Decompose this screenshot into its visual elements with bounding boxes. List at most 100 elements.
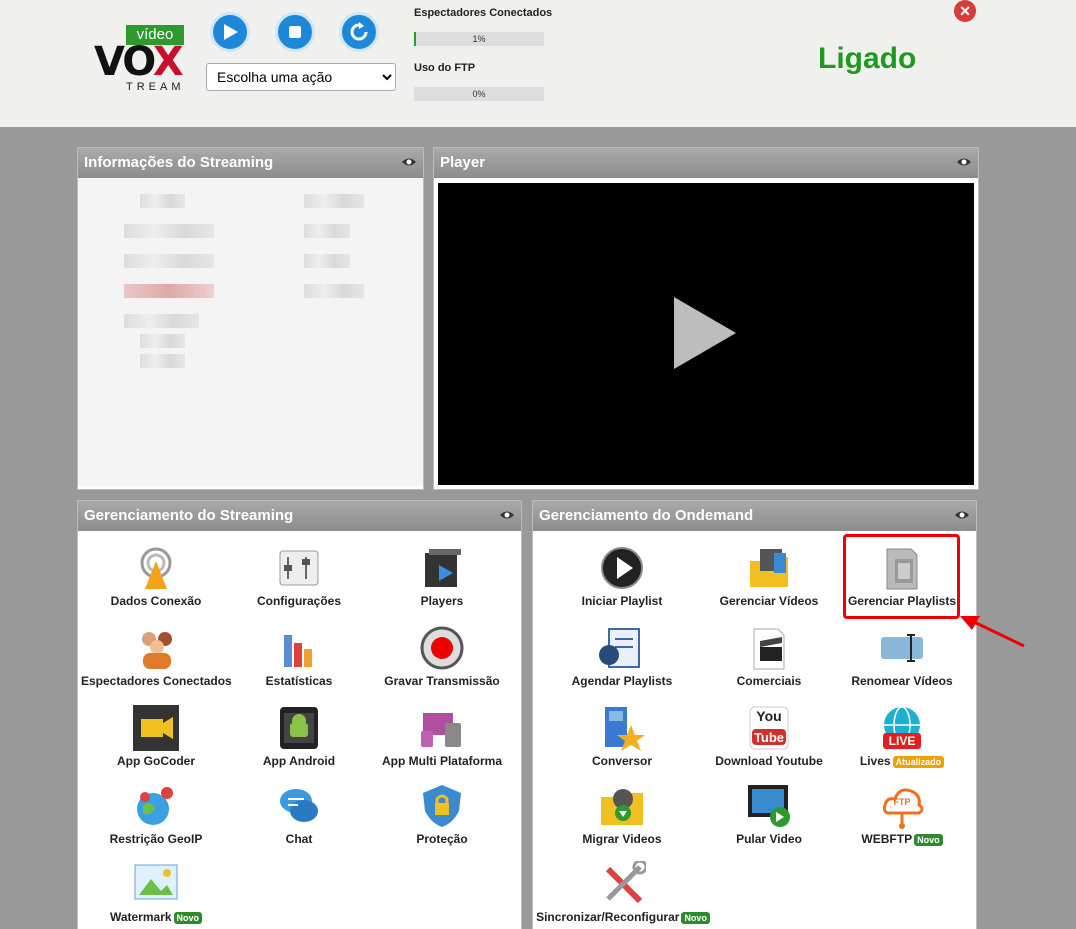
menu-item-antenna[interactable]: Dados Conexão <box>81 545 231 608</box>
menu-item-tools[interactable]: Sincronizar/Reconfigurar Novo <box>533 859 713 924</box>
menu-item-rename[interactable]: Renomear Vídeos <box>827 625 977 688</box>
viewers-meter-value: 1% <box>472 34 486 44</box>
menu-item-label: Espectadores Conectados <box>81 674 232 688</box>
record-icon <box>419 625 465 671</box>
menu-item-text: Conversor <box>591 754 653 768</box>
bar-chart-icon <box>276 625 322 671</box>
menu-item-video-folder[interactable]: Gerenciar Vídeos <box>694 545 844 608</box>
menu-item-label: Dados Conexão <box>81 594 231 608</box>
menu-item-youtube[interactable]: You Tube Download Youtube <box>694 705 844 768</box>
close-icon[interactable]: × <box>954 0 976 22</box>
menu-item-label: Estatísticas <box>224 674 374 688</box>
migrate-folder-icon <box>599 783 645 829</box>
menu-item-bar-chart[interactable]: Estatísticas <box>224 625 374 688</box>
menu-item-chat[interactable]: Chat <box>224 783 374 846</box>
menu-item-live-globe[interactable]: LIVE Lives Atualizado <box>827 705 977 768</box>
streaming-info-content <box>78 178 423 486</box>
video-folder-icon <box>746 545 792 591</box>
redacted-value <box>304 284 364 298</box>
menu-item-player[interactable]: Players <box>367 545 517 608</box>
menu-item-migrate-folder[interactable]: Migrar Videos <box>547 783 697 846</box>
menu-item-label: Migrar Videos <box>547 832 697 846</box>
ftp-text: FTP <box>893 797 911 807</box>
menu-item-label: App Android <box>224 754 374 768</box>
menu-item-shield-lock[interactable]: Proteção <box>367 783 517 846</box>
restart-icon <box>350 22 368 41</box>
action-select[interactable]: Escolha uma ação <box>206 63 396 91</box>
menu-item-label: Download Youtube <box>694 754 844 768</box>
menu-item-text: Renomear Vídeos <box>851 674 953 688</box>
play-circle-icon <box>599 545 645 591</box>
schedule-icon <box>599 625 645 671</box>
menu-item-camera-app[interactable]: App GoCoder <box>81 705 231 768</box>
watermark-icon <box>133 861 179 907</box>
menu-item-android[interactable]: App Android <box>224 705 374 768</box>
menu-item-label: Configurações <box>224 594 374 608</box>
redacted-value <box>124 254 214 268</box>
redacted-value <box>124 224 214 238</box>
menu-item-label: Pular Video <box>694 832 844 846</box>
viewers-meter: 1% <box>414 32 544 46</box>
menu-item-schedule[interactable]: Agendar Playlists <box>547 625 697 688</box>
menu-item-label: App GoCoder <box>81 754 231 768</box>
redacted-value <box>304 194 364 208</box>
menu-item-text: Download Youtube <box>715 754 823 768</box>
menu-item-globe-pin[interactable]: Restrição GeoIP <box>81 783 231 846</box>
streaming-info-panel: Informações do Streaming <box>77 147 424 490</box>
redacted-value <box>304 254 350 268</box>
menu-item-text: Restrição GeoIP <box>109 832 203 846</box>
menu-item-text: Iniciar Playlist <box>581 594 663 608</box>
people-icon <box>133 625 179 671</box>
menu-item-label: Comerciais <box>694 674 844 688</box>
menu-item-people[interactable]: Espectadores Conectados <box>81 625 232 688</box>
eye-icon[interactable] <box>401 156 417 168</box>
panel-title: Informações do Streaming <box>78 148 423 178</box>
streaming-management-panel: Gerenciamento do Streaming Dados Conexão… <box>77 500 522 929</box>
menu-item-play-circle[interactable]: Iniciar Playlist <box>547 545 697 608</box>
android-icon <box>276 705 322 751</box>
menu-item-badge: Novo <box>173 911 203 924</box>
menu-item-text: App GoCoder <box>117 754 195 768</box>
menu-item-converter[interactable]: Conversor <box>547 705 697 768</box>
player-icon <box>419 545 465 591</box>
tools-icon <box>600 859 648 907</box>
ftp-meter-value: 0% <box>472 89 486 99</box>
menu-item-watermark[interactable]: Watermark Novo <box>81 861 231 924</box>
youtube-you-text: You <box>756 708 782 724</box>
menu-item-text: App Multi Plataforma <box>381 754 502 768</box>
menu-item-label: Gerenciar Vídeos <box>694 594 844 608</box>
menu-item-skip-video[interactable]: Pular Video <box>694 783 844 846</box>
menu-item-multi-platform[interactable]: App Multi Plataforma <box>367 705 517 768</box>
panel-title: Gerenciamento do Streaming <box>78 501 521 531</box>
restart-button[interactable] <box>339 12 379 52</box>
menu-item-label: Iniciar Playlist <box>547 594 697 608</box>
multi-platform-icon <box>419 705 465 751</box>
menu-item-label: WEBFTP Novo <box>827 832 977 846</box>
clapperboard-icon <box>746 625 792 671</box>
ftp-label: Uso do FTP <box>414 62 476 74</box>
menu-item-text: Sincronizar/Reconfigurar <box>536 910 680 924</box>
skip-video-icon <box>746 783 792 829</box>
eye-icon[interactable] <box>499 509 515 521</box>
menu-item-clapperboard[interactable]: Comerciais <box>694 625 844 688</box>
video-player[interactable] <box>438 183 974 485</box>
menu-item-record[interactable]: Gravar Transmissão <box>367 625 517 688</box>
ftp-cloud-icon: FTP <box>879 783 925 829</box>
eye-icon[interactable] <box>956 156 972 168</box>
rename-icon <box>879 625 925 671</box>
stop-icon <box>289 26 301 38</box>
menu-item-label: Lives Atualizado <box>827 754 977 768</box>
play-button[interactable] <box>210 12 250 52</box>
ftp-meter: 0% <box>414 87 544 101</box>
logo-wordmark: VOX <box>94 39 184 85</box>
play-icon[interactable] <box>674 297 736 369</box>
globe-pin-icon <box>133 783 179 829</box>
menu-item-settings-sliders[interactable]: Configurações <box>224 545 374 608</box>
eye-icon[interactable] <box>954 509 970 521</box>
menu-item-ftp-cloud[interactable]: FTP WEBFTP Novo <box>827 783 977 846</box>
menu-item-label: Restrição GeoIP <box>81 832 231 846</box>
shield-lock-icon <box>419 783 465 829</box>
menu-item-text: Estatísticas <box>265 674 333 688</box>
stop-button[interactable] <box>275 12 315 52</box>
annotation-arrow-icon <box>960 616 1025 648</box>
